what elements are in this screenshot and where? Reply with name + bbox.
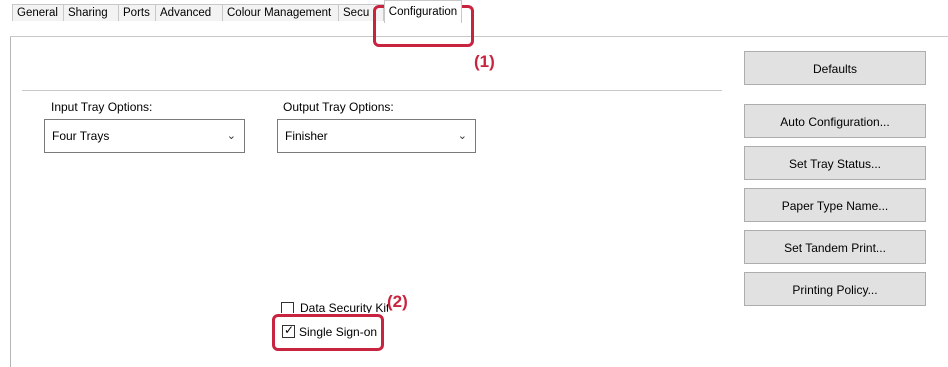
- single-sign-on-label[interactable]: Single Sign-on: [299, 325, 377, 339]
- printing-policy-button[interactable]: Printing Policy...: [744, 272, 926, 306]
- tab-sharing[interactable]: Sharing: [63, 4, 119, 21]
- set-tray-status-button[interactable]: Set Tray Status...: [744, 146, 926, 180]
- set-tandem-print-button[interactable]: Set Tandem Print...: [744, 230, 926, 264]
- tab-advanced[interactable]: Advanced: [155, 4, 223, 21]
- data-security-kit-row: Data Security Kit: [278, 302, 388, 313]
- tab-colour-management[interactable]: Colour Management: [222, 4, 339, 21]
- paper-type-name-button[interactable]: Paper Type Name...: [744, 188, 926, 222]
- input-tray-value: Four Trays: [52, 129, 110, 143]
- defaults-button[interactable]: Defaults: [744, 51, 926, 85]
- data-security-kit-label: Data Security Kit: [300, 302, 388, 313]
- output-tray-label: Output Tray Options:: [283, 100, 394, 114]
- tab-strip-baseline: [10, 36, 948, 37]
- chevron-down-icon: ⌄: [457, 130, 467, 142]
- tab-general[interactable]: General: [12, 4, 64, 21]
- input-tray-label: Input Tray Options:: [51, 100, 153, 114]
- dialog-left-border: [10, 36, 11, 367]
- tab-ports[interactable]: Ports: [118, 4, 156, 21]
- auto-configuration-button[interactable]: Auto Configuration...: [744, 104, 926, 138]
- section-divider: [22, 90, 722, 91]
- tab-configuration[interactable]: Configuration: [384, 0, 462, 23]
- callout-2: (2): [387, 292, 408, 311]
- callout-1: (1): [474, 52, 495, 71]
- output-tray-value: Finisher: [285, 129, 328, 143]
- single-sign-on-checkbox[interactable]: ✓: [282, 323, 295, 338]
- checkmark-icon: ✓: [284, 323, 295, 337]
- input-tray-select[interactable]: Four Trays ⌄: [44, 119, 245, 153]
- output-tray-select[interactable]: Finisher ⌄: [277, 119, 476, 153]
- data-security-kit-checkbox[interactable]: [281, 302, 294, 313]
- chevron-down-icon: ⌄: [226, 130, 236, 142]
